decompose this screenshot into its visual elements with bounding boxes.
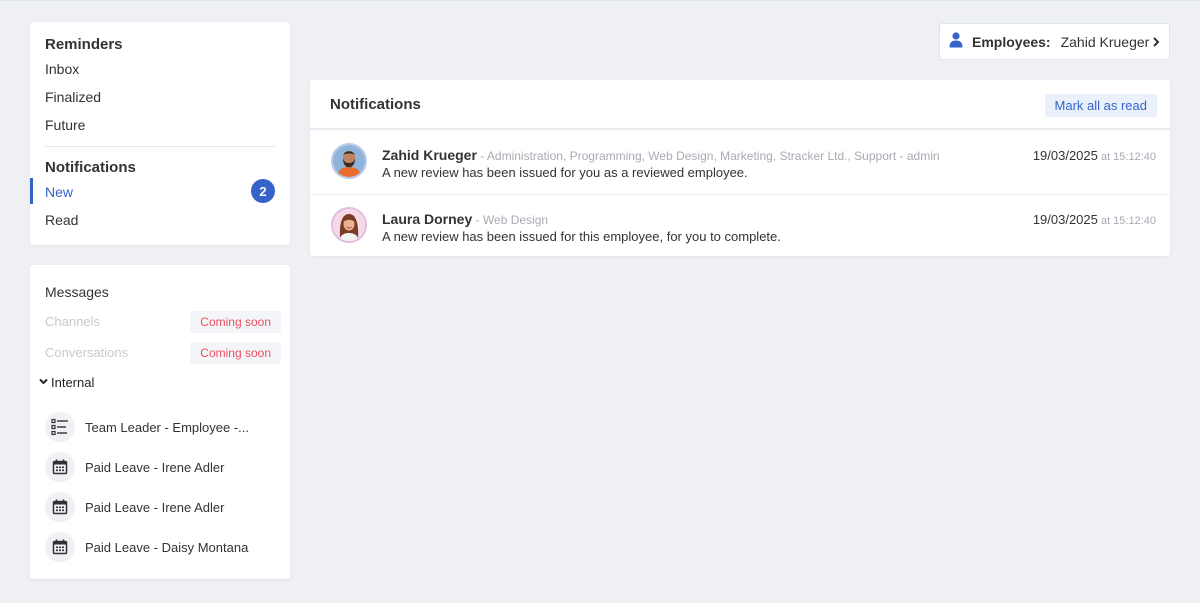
nav-item-new[interactable]: New — [45, 184, 73, 200]
messages-title: Messages — [45, 284, 109, 300]
notification-sender: Zahid Krueger - Administration, Programm… — [382, 147, 940, 163]
active-indicator — [30, 178, 33, 204]
notification-sender-meta: - Web Design — [472, 213, 549, 227]
notification-date: 19/03/2025 — [1032, 148, 1098, 163]
notification-timestamp: 19/03/2025 at 15:12:40 — [1033, 148, 1156, 163]
internal-toggle[interactable]: Internal — [38, 375, 94, 390]
employee-selector-label: Employees: — [972, 33, 1051, 50]
notification-text: A new review has been issued for you as … — [382, 165, 748, 180]
conversations-coming-soon-badge: Coming soon — [190, 342, 281, 364]
panel-header: Notifications Mark all as read — [310, 80, 1170, 130]
employee-selector-value: Zahid Krueger — [1060, 33, 1150, 50]
conversation-label: Paid Leave - Irene Adler — [85, 499, 225, 515]
notification-time: at 15:12:40 — [1097, 215, 1156, 227]
divider — [45, 146, 275, 147]
reminders-card: Reminders Inbox Finalized Future Notific… — [30, 22, 290, 245]
new-count-badge: 2 — [251, 179, 275, 203]
nav-item-inbox[interactable]: Inbox — [45, 61, 79, 77]
calendar-icon — [45, 532, 75, 562]
conversation-label: Paid Leave - Irene Adler — [85, 459, 225, 475]
nav-item-finalized[interactable]: Finalized — [45, 89, 101, 105]
channels-coming-soon-badge: Coming soon — [190, 311, 281, 333]
conversation-item[interactable]: Paid Leave - Irene Adler — [45, 452, 224, 482]
employee-selector[interactable]: Employees: Zahid Krueger — [939, 23, 1170, 60]
notification-row[interactable]: Zahid Krueger - Administration, Programm… — [310, 131, 1170, 194]
channels-label: Channels — [45, 314, 100, 329]
notification-time: at 15:12:40 — [1097, 151, 1156, 163]
notification-row[interactable]: Laura Dorney - Web Design A new review h… — [310, 194, 1170, 257]
internal-label: Internal — [51, 375, 95, 390]
conversation-label: Team Leader - Employee -... — [85, 419, 250, 435]
conversation-item[interactable]: Paid Leave - Daisy Montana — [45, 532, 248, 562]
messages-card: Messages Channels Coming soon Conversati… — [30, 265, 290, 579]
conversation-label: Paid Leave - Daisy Montana — [85, 539, 249, 555]
calendar-icon — [45, 452, 75, 482]
chevron-down-icon — [38, 375, 49, 390]
notification-date: 19/03/2025 — [1032, 212, 1098, 227]
nav-item-read[interactable]: Read — [45, 212, 78, 228]
mark-all-read-button[interactable]: Mark all as read — [1044, 94, 1157, 117]
notification-sender-meta: - Administration, Programming, Web Desig… — [476, 149, 940, 163]
calendar-icon — [45, 492, 75, 522]
notification-sender: Laura Dorney - Web Design — [382, 211, 548, 227]
notification-sender-name: Zahid Krueger — [382, 147, 477, 163]
notifications-panel: Notifications Mark all as read Zahid Kru… — [310, 80, 1170, 256]
conversations-label: Conversations — [45, 345, 129, 360]
checklist-icon — [45, 412, 75, 442]
chevron-right-icon — [1151, 35, 1161, 52]
avatar — [331, 143, 367, 179]
panel-title: Notifications — [330, 96, 421, 113]
reminders-title: Reminders — [45, 36, 123, 53]
notification-text: A new review has been issued for this em… — [382, 229, 781, 244]
conversation-item[interactable]: Team Leader - Employee -... — [45, 412, 249, 442]
avatar — [331, 207, 367, 243]
notification-sender-name: Laura Dorney — [382, 211, 473, 227]
nav-item-future[interactable]: Future — [45, 117, 85, 133]
conversation-item[interactable]: Paid Leave - Irene Adler — [45, 492, 224, 522]
notification-timestamp: 19/03/2025 at 15:12:40 — [1033, 212, 1156, 227]
notifications-nav-title: Notifications — [45, 159, 136, 176]
user-icon — [949, 32, 963, 51]
